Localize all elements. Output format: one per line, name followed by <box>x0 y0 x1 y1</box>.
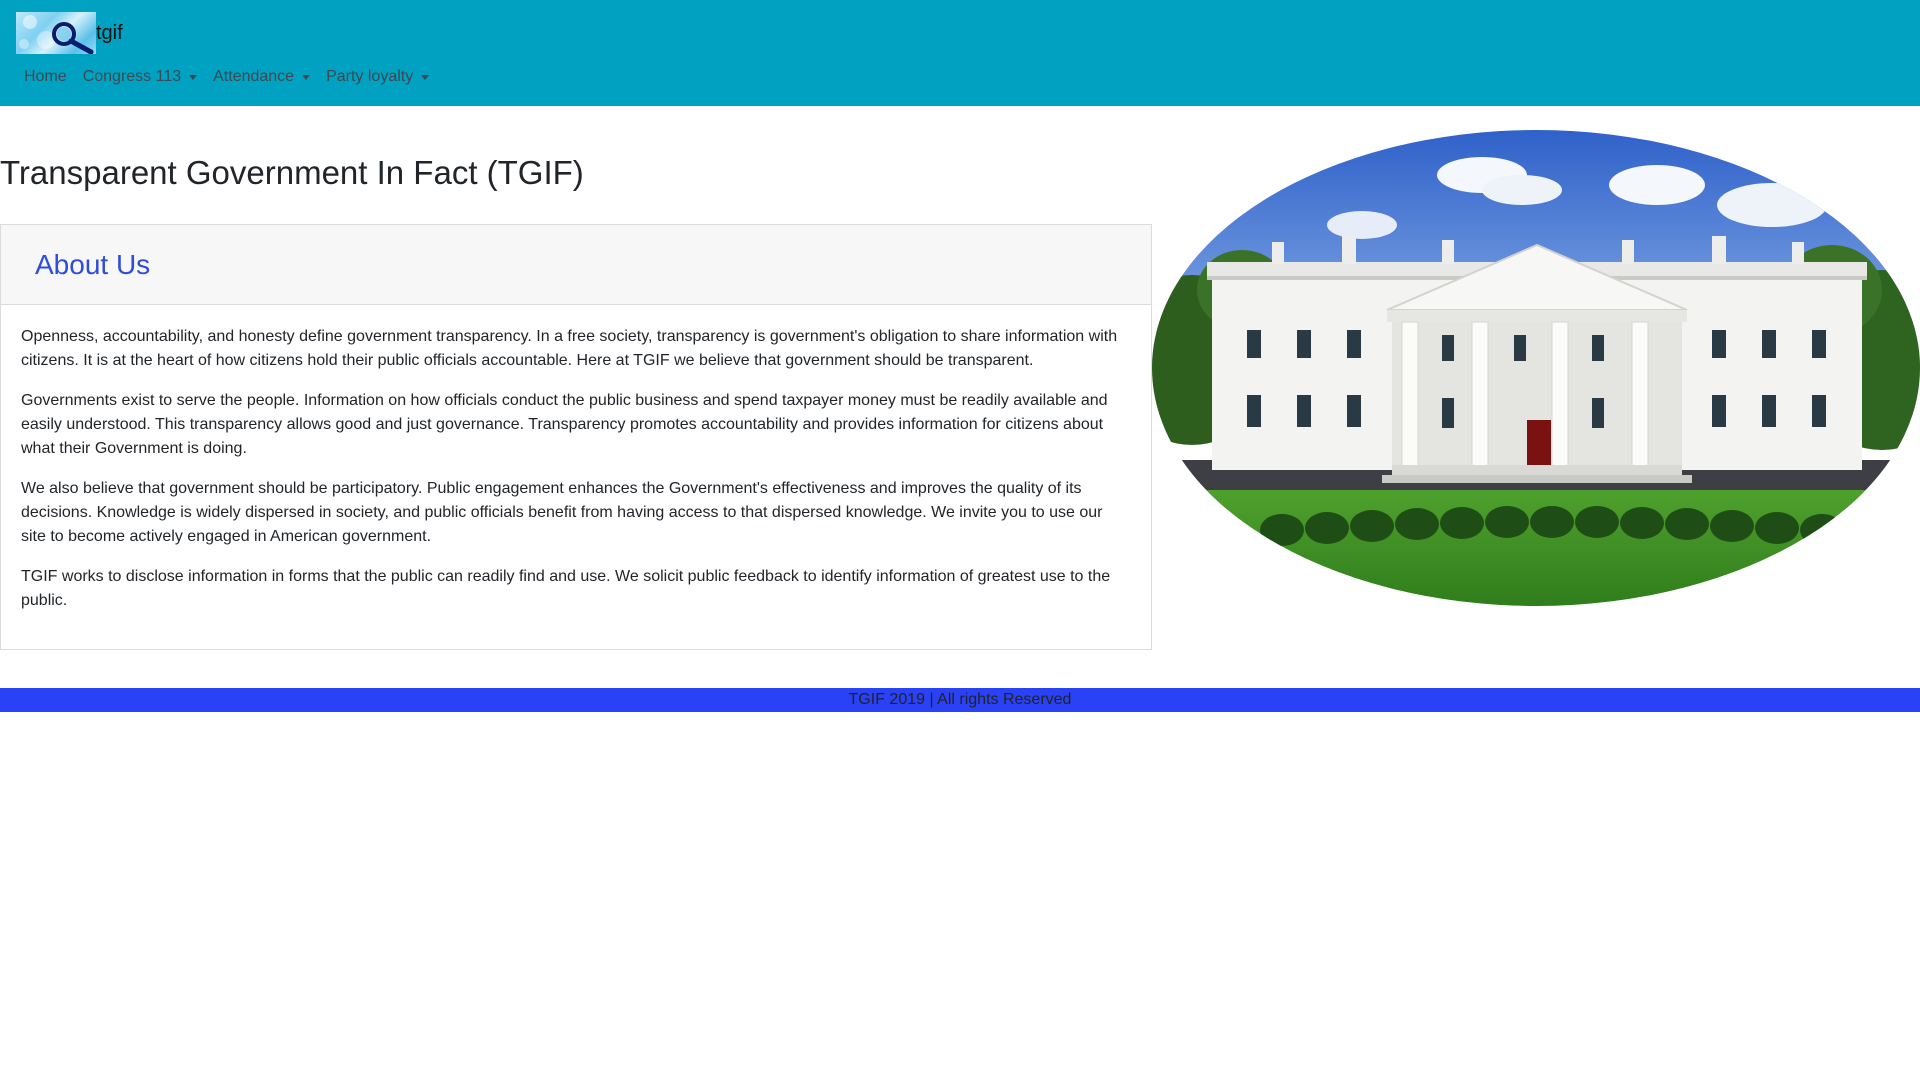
chevron-down-icon <box>302 74 311 80</box>
nav-links: Home Congress 113 Attendance Party loyal… <box>16 62 437 92</box>
chevron-down-icon <box>189 74 198 80</box>
nav-party-loyalty-label: Party loyalty <box>326 68 414 85</box>
brand[interactable]: tgif <box>16 12 123 54</box>
about-paragraph: TGIF works to disclose information in fo… <box>21 568 1111 609</box>
footer: TGIF 2019 | All rights Reserved <box>0 688 1920 712</box>
footer-text: TGIF 2019 | All rights Reserved <box>848 691 1072 708</box>
about-paragraph: We also believe that government should b… <box>21 480 1103 545</box>
nav-attendance-dropdown[interactable]: Attendance <box>205 62 318 92</box>
about-us-card: About Us Openness, accountability, and h… <box>0 224 1152 650</box>
card-body: Openness, accountability, and honesty de… <box>1 305 1151 613</box>
nav-home-label: Home <box>24 68 67 85</box>
card-header: About Us <box>1 225 1151 305</box>
navbar: tgif Home Congress 113 Attendance Party … <box>0 0 1920 106</box>
about-paragraph: Openness, accountability, and honesty de… <box>21 328 1118 369</box>
logo-magnifier-icon[interactable] <box>16 12 96 54</box>
nav-congress-label: Congress 113 <box>82 68 182 85</box>
chevron-down-icon <box>421 74 430 80</box>
brand-text[interactable]: tgif <box>96 12 123 54</box>
nav-home[interactable]: Home <box>16 62 75 92</box>
nav-congress-dropdown[interactable]: Congress 113 <box>75 62 205 92</box>
page-title: Transparent Government In Fact (TGIF) <box>0 154 584 191</box>
about-paragraph: Governments exist to serve the people. I… <box>21 392 1108 457</box>
card-heading: About Us <box>35 248 151 280</box>
nav-attendance-label: Attendance <box>213 68 295 85</box>
white-house-image <box>1152 130 1920 606</box>
nav-party-loyalty-dropdown[interactable]: Party loyalty <box>318 62 437 92</box>
